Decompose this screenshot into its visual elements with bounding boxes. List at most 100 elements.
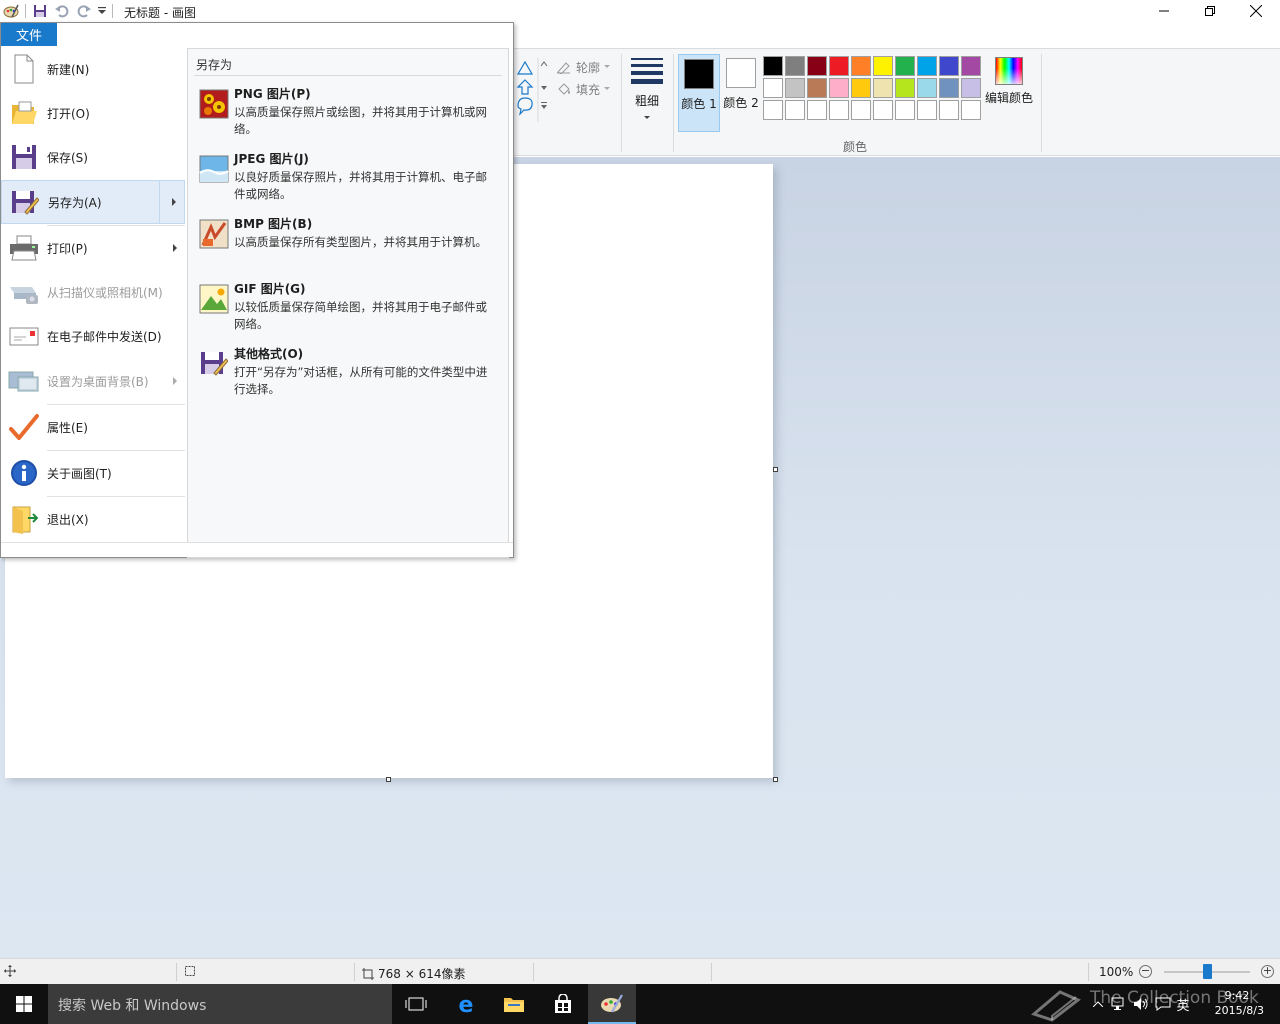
show-hidden-icons-icon[interactable] (1088, 1001, 1108, 1007)
menu-item-open[interactable]: 打开(O) (1, 91, 185, 135)
color1-button[interactable]: 颜色 1 (678, 54, 720, 132)
file-explorer-button[interactable] (490, 984, 538, 1024)
menu-item-about-paint[interactable]: 关于画图(T) (1, 451, 185, 495)
menu-item-label: 另存为(A) (48, 195, 102, 210)
redo-icon[interactable] (73, 0, 95, 22)
palette-custom-slot[interactable] (939, 100, 959, 120)
palette-color-swatch[interactable] (939, 56, 959, 76)
palette-color-swatch[interactable] (785, 78, 805, 98)
file-menu-commands: 新建(N) 打开(O) 保存(S) 另存为(A) 打印(P) 从扫描仪或照相机(… (1, 47, 186, 542)
arrow-shape-icon (516, 79, 534, 95)
restore-button[interactable] (1187, 0, 1233, 22)
fill-button[interactable]: 填充 (556, 78, 618, 100)
menu-item-set-desktop-background[interactable]: 设置为桌面背景(B) (1, 359, 185, 403)
palette-custom-slot[interactable] (895, 100, 915, 120)
volume-icon[interactable] (1130, 997, 1152, 1011)
resize-handle-bottom[interactable] (386, 777, 391, 782)
submenu-arrow-icon[interactable] (172, 198, 176, 206)
edge-browser-button[interactable]: e (442, 984, 490, 1024)
menu-item-label: 打印(P) (47, 241, 88, 256)
palette-color-swatch[interactable] (851, 56, 871, 76)
palette-color-swatch[interactable] (961, 56, 981, 76)
taskbar-clock[interactable]: 9:42 2015/8/3 (1210, 988, 1264, 1018)
title-bar: 无标题 - 画图 (0, 0, 1280, 22)
color2-button[interactable]: 颜色 2 (721, 54, 761, 132)
outline-button[interactable]: 轮廓 (556, 56, 618, 78)
palette-color-swatch[interactable] (873, 78, 893, 98)
network-icon[interactable] (1108, 997, 1130, 1011)
palette-color-swatch[interactable] (917, 56, 937, 76)
palette-color-swatch[interactable] (939, 78, 959, 98)
palette-custom-slot[interactable] (873, 100, 893, 120)
palette-color-swatch[interactable] (785, 56, 805, 76)
zoom-slider-thumb[interactable] (1202, 964, 1212, 979)
palette-color-swatch[interactable] (961, 78, 981, 98)
palette-custom-slot[interactable] (961, 100, 981, 120)
menu-item-print[interactable]: 打印(P) (1, 226, 185, 270)
resize-handle-corner[interactable] (773, 777, 778, 782)
zoom-in-button[interactable]: + (1261, 965, 1274, 978)
shapes-gallery[interactable] (514, 56, 554, 124)
palette-color-swatch[interactable] (829, 56, 849, 76)
outline-fill-group: 轮廓 填充 (556, 56, 618, 100)
palette-color-swatch[interactable] (895, 56, 915, 76)
palette-color-swatch[interactable] (829, 78, 849, 98)
start-button[interactable] (0, 984, 48, 1024)
save-as-jpeg[interactable]: JPEG 图片(J) 以良好质量保存照片，并将其用于计算机、电子邮件或网络。 (194, 148, 500, 210)
palette-custom-slot[interactable] (917, 100, 937, 120)
save-as-other-formats[interactable]: 其他格式(O) 打开“另存为”对话框，从所有可能的文件类型中进行选择。 (194, 343, 500, 405)
system-tray: 英 (1088, 984, 1192, 1024)
resize-handle-right[interactable] (773, 467, 778, 472)
paint-app-icon[interactable] (0, 0, 22, 22)
palette-color-swatch[interactable] (763, 56, 783, 76)
close-button[interactable] (1233, 0, 1279, 22)
folder-icon (504, 998, 524, 1012)
restore-icon (1205, 6, 1215, 16)
printer-icon (1, 235, 47, 261)
palette-color-swatch[interactable] (763, 78, 783, 98)
minimize-button[interactable] (1141, 0, 1187, 22)
palette-custom-slot[interactable] (829, 100, 849, 120)
book-watermark-icon (1030, 986, 1082, 1024)
menu-item-save[interactable]: 保存(S) (1, 135, 185, 179)
color2-label: 颜色 2 (723, 96, 759, 110)
ribbon-separator (621, 54, 622, 152)
palette-custom-slot[interactable] (807, 100, 827, 120)
zoom-out-button[interactable]: − (1139, 965, 1152, 978)
save-icon[interactable] (29, 0, 51, 22)
menu-item-new[interactable]: 新建(N) (1, 47, 185, 91)
palette-color-swatch[interactable] (807, 78, 827, 98)
input-method-indicator[interactable]: 英 (1174, 995, 1192, 1014)
action-center-icon[interactable] (1152, 997, 1174, 1011)
gif-image-icon (194, 278, 234, 340)
menu-item-from-scanner[interactable]: 从扫描仪或照相机(M) (1, 270, 185, 314)
save-as-submenu-title: 另存为 (196, 58, 233, 72)
taskbar-search-box[interactable]: 搜索 Web 和 Windows (48, 984, 392, 1024)
palette-custom-slot[interactable] (785, 100, 805, 120)
save-as-bmp[interactable]: BMP 图片(B) 以高质量保存所有类型图片，并将其用于计算机。 (194, 213, 500, 275)
menu-item-save-as[interactable]: 另存为(A) (1, 180, 185, 224)
palette-color-swatch[interactable] (917, 78, 937, 98)
checkmark-icon (1, 413, 47, 441)
palette-color-swatch[interactable] (851, 78, 871, 98)
palette-color-swatch[interactable] (895, 78, 915, 98)
edit-colors-button[interactable]: 编辑颜色 (984, 56, 1034, 106)
file-menu-tab[interactable]: 文件 (1, 23, 57, 46)
save-as-gif[interactable]: GIF 图片(G) 以较低质量保存简单绘图，并将其用于电子邮件或网络。 (194, 278, 500, 340)
menu-item-exit[interactable]: 退出(X) (1, 497, 185, 541)
customize-qat-icon[interactable] (95, 0, 109, 22)
save-as-png[interactable]: PNG 图片(P) 以高质量保存照片或绘图，并将其用于计算机或网络。 (194, 83, 500, 145)
palette-color-swatch[interactable] (807, 56, 827, 76)
task-view-button[interactable] (392, 984, 440, 1024)
menu-item-properties[interactable]: 属性(E) (1, 405, 185, 449)
palette-custom-slot[interactable] (763, 100, 783, 120)
task-view-icon (405, 997, 427, 1011)
store-button[interactable] (539, 984, 587, 1024)
minimize-icon (1159, 10, 1169, 12)
undo-icon[interactable] (51, 0, 73, 22)
size-button[interactable]: 粗细 (626, 56, 668, 126)
menu-item-send-email[interactable]: 在电子邮件中发送(D) (1, 314, 185, 358)
palette-custom-slot[interactable] (851, 100, 871, 120)
paint-taskbar-button[interactable] (588, 984, 636, 1024)
palette-color-swatch[interactable] (873, 56, 893, 76)
